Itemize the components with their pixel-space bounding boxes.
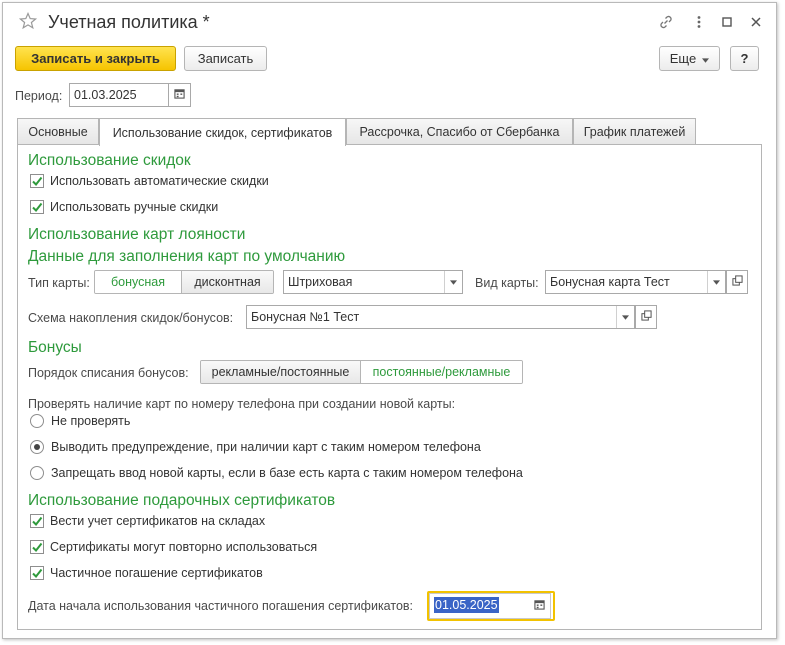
more-icon[interactable] [691, 14, 707, 30]
star-icon[interactable] [18, 11, 38, 30]
title-bar: Учетная политика * [3, 3, 776, 41]
help-button[interactable]: ? [730, 46, 759, 71]
tab-installment-sberbank[interactable]: Рассрочка, Спасибо от Сбербанка [346, 118, 573, 144]
more-button[interactable]: Еще [659, 46, 720, 71]
close-icon[interactable] [748, 14, 764, 30]
accounting-policy-window: Учетная политика * Записать и закрыть За… [2, 2, 777, 639]
link-icon[interactable] [658, 14, 674, 30]
calendar-icon [174, 88, 185, 102]
period-input[interactable]: 01.03.2025 [69, 83, 169, 107]
save-and-close-button[interactable]: Записать и закрыть [15, 46, 176, 71]
tab-panel [17, 144, 762, 630]
tab-payment-schedule[interactable]: График платежей [573, 118, 696, 144]
period-label: Период: [15, 89, 63, 103]
period-calendar-button[interactable] [169, 83, 191, 107]
save-button[interactable]: Записать [184, 46, 267, 71]
more-button-label: Еще [669, 51, 697, 66]
chevron-down-icon [702, 51, 710, 66]
tab-discounts-certificates[interactable]: Использование скидок, сертификатов [99, 118, 346, 146]
window-title: Учетная политика * [48, 12, 210, 32]
tab-main[interactable]: Основные [17, 118, 99, 144]
minimize-icon[interactable] [719, 14, 735, 30]
